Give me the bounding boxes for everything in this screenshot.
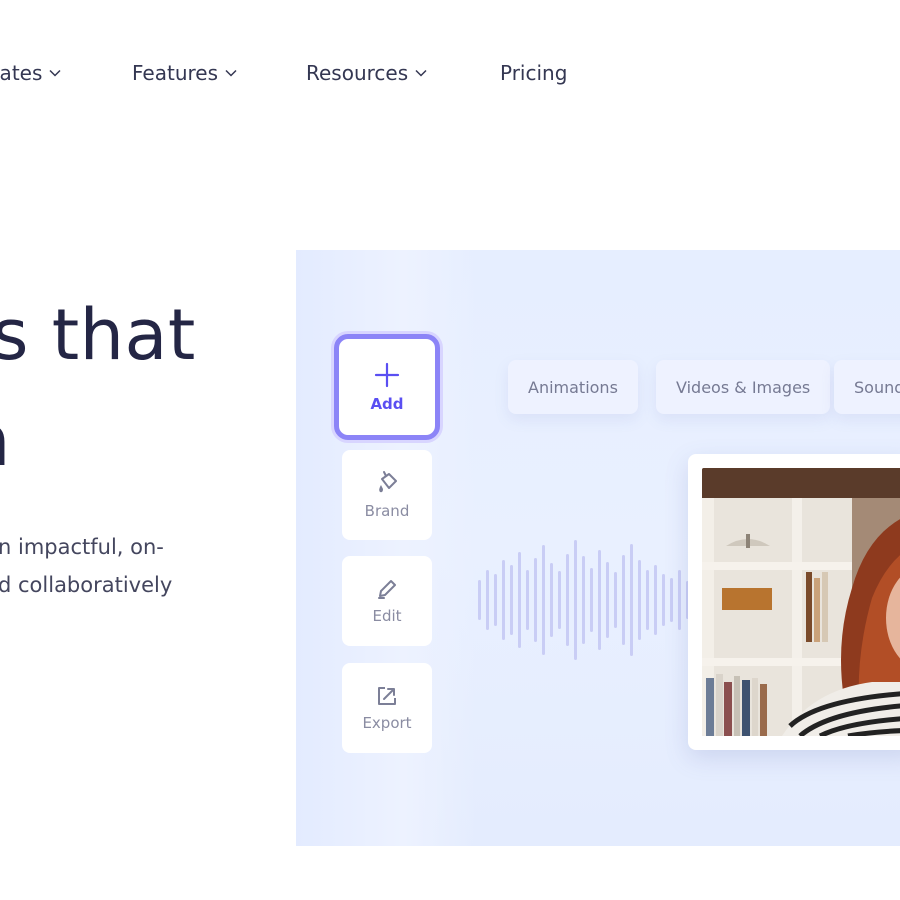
waveform-bar [494,574,497,626]
nav-item-resources[interactable]: Resources [306,52,428,94]
hero-headline-fragment: n [0,412,10,468]
waveform-bar [630,544,633,656]
nav-item-label: lates [0,61,43,85]
tool-add-button[interactable]: Add [334,334,440,440]
waveform-bar [590,568,593,632]
hero-subtext-line1: n impactful, on- [0,535,164,559]
waveform-bar [510,565,513,635]
nav-item-label: Features [132,61,218,85]
waveform-bar [582,556,585,644]
nav-item-label: Resources [306,61,409,85]
waveform-bar [558,571,561,629]
video-preview-card[interactable] [688,454,900,750]
waveform-bar [638,560,641,640]
waveform-bar [542,545,545,655]
waveform-bar [622,555,625,645]
hero-subtext-line2: d collaboratively [0,573,173,597]
tool-brand-button[interactable]: Brand [342,450,432,540]
waveform-bar [598,550,601,650]
pencil-icon [375,577,399,601]
video-thumbnail [702,468,900,736]
chevron-down-icon [414,66,428,80]
paint-bucket-icon [374,470,400,496]
waveform-bar [534,558,537,642]
waveform-bar [526,570,529,630]
chip-videos-images[interactable]: Videos & Images [656,360,831,414]
waveform-bar [662,574,665,626]
waveform-bar [614,572,617,628]
nav-item-features[interactable]: Features [132,52,238,94]
tool-label: Export [362,714,412,732]
export-icon [375,684,399,708]
nav-item-templates[interactable]: lates [0,52,62,94]
waveform-bar [518,552,521,648]
tool-export-button[interactable]: Export [342,663,432,753]
chevron-down-icon [224,66,238,80]
tool-label: Brand [364,502,410,520]
waveform-bar [566,554,569,646]
nav-item-pricing[interactable]: Pricing [500,52,567,94]
waveform-bar [678,570,681,630]
chip-animations[interactable]: Animations [508,360,638,414]
waveform-bar [550,563,553,637]
waveform-bar [574,540,577,660]
waveform-bar [606,562,609,638]
tool-label: Add [370,395,404,413]
waveform-bar [646,570,649,630]
hero-headline: s that [0,294,196,376]
waveform-bar [486,570,489,630]
nav-item-label: Pricing [500,61,568,85]
waveform-bar [478,580,481,620]
chevron-down-icon [48,66,62,80]
waveform-bar [654,565,657,635]
audio-waveform [478,540,689,660]
waveform-bar [502,560,505,640]
chip-sound[interactable]: Sound [834,360,900,414]
hero-headline-line2: n [0,412,10,468]
waveform-bar [670,578,673,622]
tool-label: Edit [372,607,402,625]
plus-icon [373,361,401,389]
editor-preview-panel: Add Brand Edit Export Animations Videos … [296,250,900,846]
tool-edit-button[interactable]: Edit [342,556,432,646]
